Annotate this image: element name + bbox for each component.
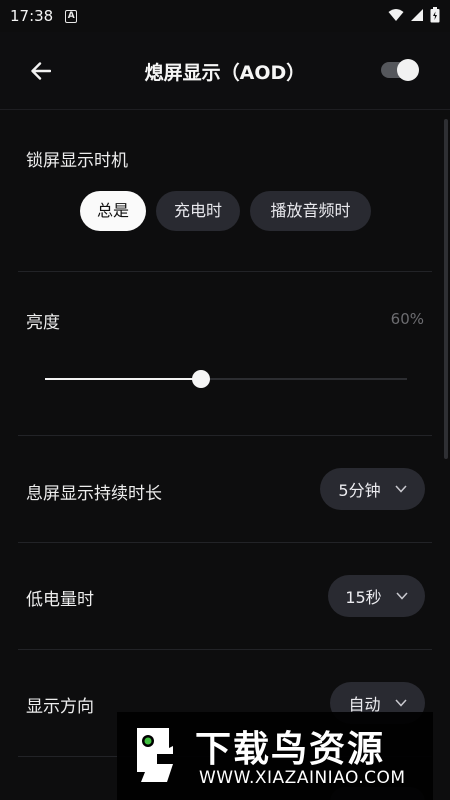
status-time: 17:38 xyxy=(10,7,54,25)
status-icons xyxy=(388,7,440,23)
slider-thumb[interactable] xyxy=(192,370,210,388)
display-duration-label: 息屏显示持续时长 xyxy=(26,484,162,504)
aod-master-toggle[interactable] xyxy=(381,58,419,82)
low-battery-dropdown[interactable]: 15秒 xyxy=(328,575,425,617)
chip-always[interactable]: 总是 xyxy=(80,191,146,231)
orientation-label: 显示方向 xyxy=(26,697,94,717)
divider xyxy=(18,271,432,272)
signal-icon xyxy=(411,9,423,21)
watermark-url: WWW.XIAZAINIAO.COM xyxy=(199,768,406,788)
status-bar: 17:38 A xyxy=(0,0,450,32)
toggle-knob xyxy=(397,59,419,81)
scrollbar[interactable] xyxy=(444,119,448,459)
brightness-label: 亮度 xyxy=(26,313,60,333)
display-duration-dropdown[interactable]: 5分钟 xyxy=(320,468,425,510)
app-bar: 熄屏显示（AOD） xyxy=(0,32,450,110)
chevron-down-icon xyxy=(395,485,407,493)
bird-logo-icon xyxy=(137,728,173,782)
divider xyxy=(18,542,432,543)
chevron-down-icon xyxy=(394,699,407,707)
watermark-title: 下载鸟资源 xyxy=(195,729,386,770)
wifi-icon xyxy=(388,9,404,21)
dropdown-value: 5分钟 xyxy=(338,481,381,500)
chip-while-charging[interactable]: 充电时 xyxy=(156,191,240,231)
brightness-slider[interactable] xyxy=(45,370,407,388)
display-timing-label: 锁屏显示时机 xyxy=(26,151,128,171)
battery-icon xyxy=(430,7,440,23)
divider xyxy=(18,649,432,650)
settings-content[interactable]: 锁屏显示时机 总是 充电时 播放音频时 亮度 60% 息屏显示持续时长 5分钟 … xyxy=(0,111,450,800)
notification-icon: A xyxy=(65,9,78,23)
dropdown-value: 15秒 xyxy=(345,588,382,607)
chip-while-playing-audio[interactable]: 播放音频时 xyxy=(250,191,371,231)
brightness-value: 60% xyxy=(390,310,424,328)
chevron-down-icon xyxy=(396,592,408,600)
divider xyxy=(18,435,432,436)
watermark-banner: 下载鸟资源 WWW.XIAZAINIAO.COM xyxy=(117,712,433,800)
low-battery-label: 低电量时 xyxy=(26,590,94,610)
slider-fill xyxy=(45,378,201,380)
